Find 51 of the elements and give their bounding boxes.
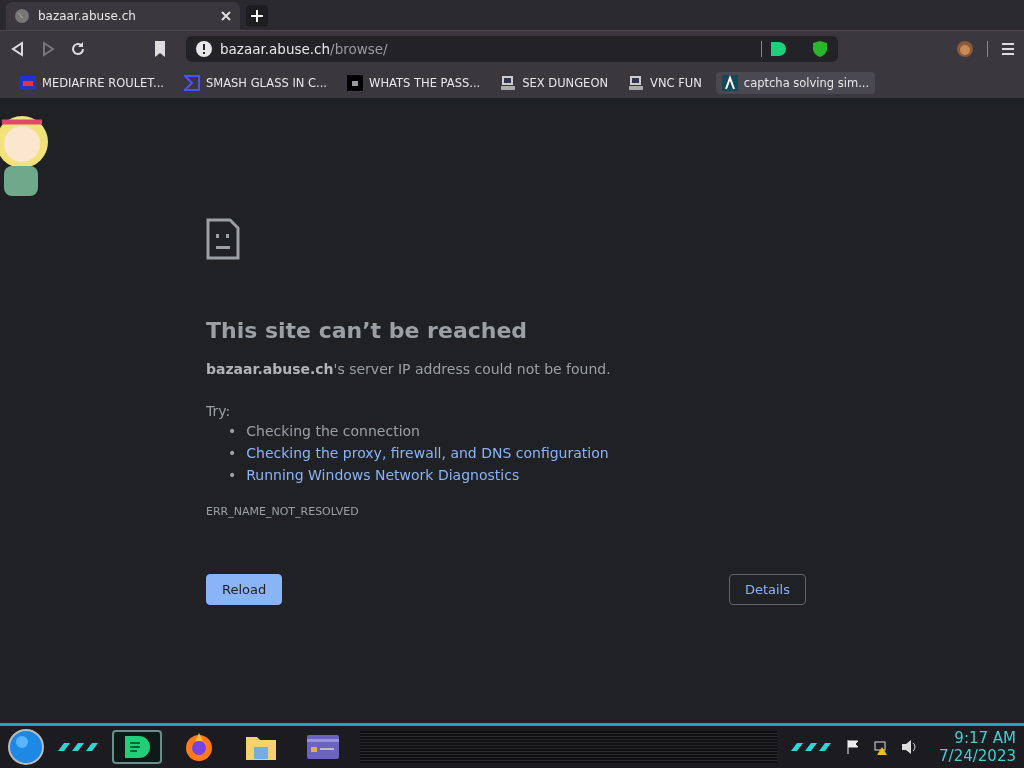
close-icon[interactable] <box>220 10 232 22</box>
bullet: • <box>228 423 237 439</box>
bookmark-item[interactable]: WHATS THE PASS... <box>341 71 487 94</box>
error-title: This site can’t be reached <box>206 318 529 343</box>
start-button[interactable] <box>8 729 44 765</box>
suggestion-link[interactable]: Running Windows Network Diagnostics <box>246 467 520 483</box>
bookmark-icon[interactable] <box>154 41 166 57</box>
computer-icon <box>500 74 517 91</box>
bullet: • <box>228 445 237 461</box>
error-message: bazaar.abuse.ch's server IP address could not be found. <box>206 361 612 377</box>
try-label: Try: <box>206 403 232 419</box>
bookmark-item[interactable]: VNC FUN <box>622 71 708 94</box>
bookmark-item[interactable]: MEDIAFIRE ROULET... <box>14 72 170 93</box>
bullet: • <box>228 467 237 483</box>
menu-icon[interactable] <box>1002 42 1014 56</box>
network-warning-icon[interactable] <box>873 739 890 755</box>
bookmark-item[interactable]: SEX DUNGEON <box>494 71 615 94</box>
clock[interactable]: 9:17 AM 7/24/2023 <box>939 729 1016 765</box>
chat-extension-icon <box>770 41 786 57</box>
error-code: ERR_NAME_NOT_RESOLVED <box>206 505 360 518</box>
plus-icon[interactable] <box>251 10 263 22</box>
bookmark-favicon-icon <box>347 74 364 91</box>
bookmark-item[interactable]: captcha solving sim... <box>715 71 876 94</box>
details-button[interactable]: Details <box>728 574 806 605</box>
shield-icon <box>812 41 828 57</box>
tab-title: bazaar.abuse.ch <box>38 9 137 23</box>
light-dashes-icon <box>56 741 100 753</box>
reload-icon[interactable] <box>70 41 86 57</box>
light-dashes-icon <box>789 741 834 753</box>
bookmark-favicon-icon <box>721 74 738 91</box>
sad-page-icon <box>206 218 240 260</box>
address-bar[interactable]: bazaar.abuse.ch/browse/ <box>186 36 838 62</box>
url-text: bazaar.abuse.ch/browse/ <box>220 41 389 57</box>
reload-button[interactable]: Reload <box>206 574 283 605</box>
taskbar-app[interactable] <box>112 730 162 764</box>
back-icon[interactable] <box>10 41 26 57</box>
suggestion-text: Checking the connection <box>246 423 420 439</box>
warning-icon <box>196 41 212 57</box>
forward-icon[interactable] <box>40 41 56 57</box>
computer-icon <box>628 74 645 91</box>
speaker-icon[interactable] <box>901 739 918 755</box>
suggestion-link[interactable]: Checking the proxy, firewall, and DNS configuration <box>246 445 609 461</box>
bookmark-favicon-icon <box>184 74 200 91</box>
bookmark-item[interactable]: SMASH GLASS IN C... <box>178 71 334 94</box>
new-tab-button[interactable] <box>246 5 268 27</box>
chat-app-icon[interactable] <box>123 734 151 760</box>
browser-tab[interactable]: bazaar.abuse.ch <box>6 2 240 30</box>
browser-app-icon[interactable] <box>184 732 214 762</box>
globe-icon <box>14 8 30 24</box>
bookmark-favicon-icon <box>20 75 36 90</box>
avatar-icon <box>957 41 973 57</box>
